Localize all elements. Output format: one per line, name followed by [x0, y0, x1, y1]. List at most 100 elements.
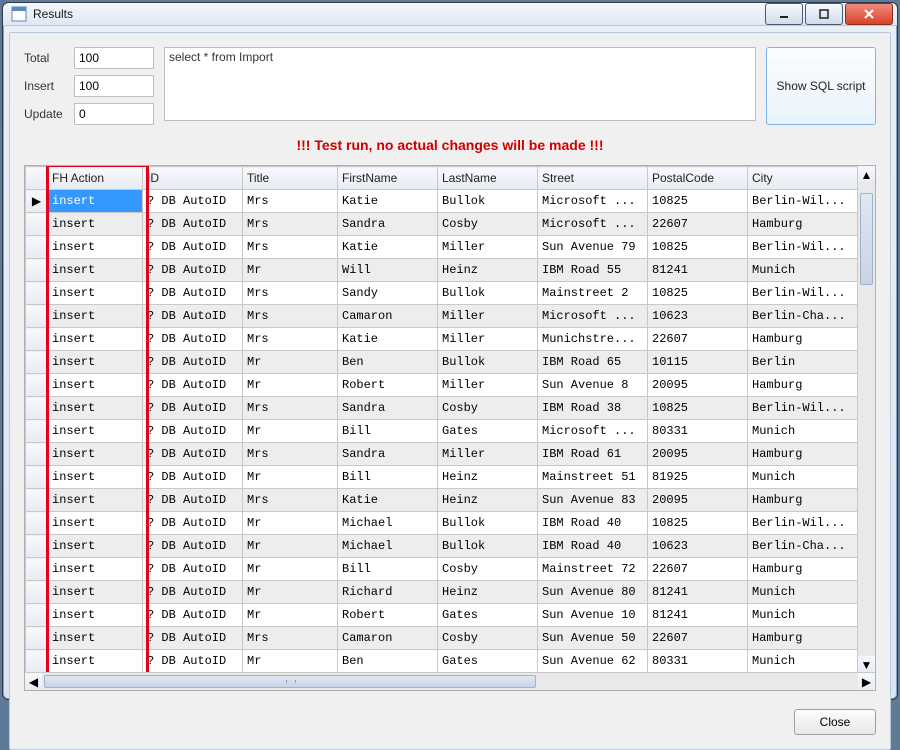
cell-city[interactable]: Berlin-Wil... — [748, 282, 858, 305]
cell-action[interactable]: insert — [48, 374, 143, 397]
table-row[interactable]: insert? DB AutoIDMrsSandraCosbyIBM Road … — [26, 397, 858, 420]
cell-street[interactable]: Microsoft ... — [538, 420, 648, 443]
table-row[interactable]: ▶insert? DB AutoIDMrsKatieBullokMicrosof… — [26, 190, 858, 213]
cell-id[interactable]: ? DB AutoID — [143, 190, 243, 213]
scroll-left-icon[interactable]: ◀ — [25, 673, 42, 690]
cell-city[interactable]: Hamburg — [748, 443, 858, 466]
cell-action[interactable]: insert — [48, 236, 143, 259]
cell-lastname[interactable]: Heinz — [438, 466, 538, 489]
cell-city[interactable]: Berlin-Wil... — [748, 397, 858, 420]
sql-text[interactable]: select * from Import — [164, 47, 756, 121]
cell-title[interactable]: Mr — [243, 466, 338, 489]
cell-id[interactable]: ? DB AutoID — [143, 627, 243, 650]
table-row[interactable]: insert? DB AutoIDMrBillCosbyMainstreet 7… — [26, 558, 858, 581]
titlebar[interactable]: Results — [3, 3, 897, 26]
cell-city[interactable]: Munich — [748, 420, 858, 443]
cell-firstname[interactable]: Robert — [338, 604, 438, 627]
row-indicator[interactable] — [26, 466, 48, 489]
cell-action[interactable]: insert — [48, 535, 143, 558]
cell-firstname[interactable]: Ben — [338, 351, 438, 374]
cell-action[interactable]: insert — [48, 489, 143, 512]
cell-postalcode[interactable]: 10623 — [648, 305, 748, 328]
cell-title[interactable]: Mrs — [243, 443, 338, 466]
cell-id[interactable]: ? DB AutoID — [143, 535, 243, 558]
table-row[interactable]: insert? DB AutoIDMrMichaelBullokIBM Road… — [26, 535, 858, 558]
cell-lastname[interactable]: Gates — [438, 650, 538, 673]
cell-street[interactable]: Sun Avenue 62 — [538, 650, 648, 673]
col-street[interactable]: Street — [538, 167, 648, 190]
cell-title[interactable]: Mr — [243, 650, 338, 673]
row-indicator[interactable] — [26, 512, 48, 535]
cell-id[interactable]: ? DB AutoID — [143, 213, 243, 236]
cell-id[interactable]: ? DB AutoID — [143, 466, 243, 489]
cell-postalcode[interactable]: 22607 — [648, 627, 748, 650]
cell-id[interactable]: ? DB AutoID — [143, 420, 243, 443]
cell-action[interactable]: insert — [48, 627, 143, 650]
cell-title[interactable]: Mr — [243, 259, 338, 282]
cell-postalcode[interactable]: 10825 — [648, 512, 748, 535]
col-title[interactable]: Title — [243, 167, 338, 190]
cell-lastname[interactable]: Bullok — [438, 512, 538, 535]
cell-title[interactable]: Mrs — [243, 305, 338, 328]
cell-city[interactable]: Munich — [748, 650, 858, 673]
row-indicator[interactable] — [26, 397, 48, 420]
cell-id[interactable]: ? DB AutoID — [143, 305, 243, 328]
cell-lastname[interactable]: Miller — [438, 236, 538, 259]
cell-action[interactable]: insert — [48, 190, 143, 213]
cell-title[interactable]: Mr — [243, 581, 338, 604]
cell-title[interactable]: Mr — [243, 420, 338, 443]
vertical-scrollbar[interactable]: ▲ ▼ — [857, 166, 875, 673]
cell-lastname[interactable]: Miller — [438, 443, 538, 466]
results-grid[interactable]: FH Action ID Title FirstName LastName St… — [24, 165, 876, 691]
cell-firstname[interactable]: Michael — [338, 535, 438, 558]
row-indicator[interactable] — [26, 282, 48, 305]
show-sql-button[interactable]: Show SQL script — [766, 47, 876, 125]
cell-street[interactable]: IBM Road 40 — [538, 512, 648, 535]
cell-firstname[interactable]: Will — [338, 259, 438, 282]
cell-postalcode[interactable]: 20095 — [648, 443, 748, 466]
table-row[interactable]: insert? DB AutoIDMrBenGatesSun Avenue 62… — [26, 650, 858, 673]
cell-lastname[interactable]: Heinz — [438, 581, 538, 604]
cell-title[interactable]: Mrs — [243, 397, 338, 420]
row-indicator[interactable] — [26, 351, 48, 374]
cell-postalcode[interactable]: 10825 — [648, 190, 748, 213]
cell-title[interactable]: Mr — [243, 351, 338, 374]
cell-firstname[interactable]: Camaron — [338, 627, 438, 650]
cell-id[interactable]: ? DB AutoID — [143, 236, 243, 259]
row-indicator[interactable] — [26, 558, 48, 581]
cell-street[interactable]: Sun Avenue 79 — [538, 236, 648, 259]
cell-postalcode[interactable]: 81241 — [648, 259, 748, 282]
table-row[interactable]: insert? DB AutoIDMrMichaelBullokIBM Road… — [26, 512, 858, 535]
cell-street[interactable]: IBM Road 61 — [538, 443, 648, 466]
table-row[interactable]: insert? DB AutoIDMrsCamaronMillerMicroso… — [26, 305, 858, 328]
cell-id[interactable]: ? DB AutoID — [143, 512, 243, 535]
cell-city[interactable]: Berlin-Wil... — [748, 190, 858, 213]
table-row[interactable]: insert? DB AutoIDMrWillHeinzIBM Road 558… — [26, 259, 858, 282]
cell-id[interactable]: ? DB AutoID — [143, 259, 243, 282]
cell-lastname[interactable]: Heinz — [438, 259, 538, 282]
cell-city[interactable]: Hamburg — [748, 213, 858, 236]
cell-postalcode[interactable]: 81241 — [648, 581, 748, 604]
cell-firstname[interactable]: Katie — [338, 190, 438, 213]
table-row[interactable]: insert? DB AutoIDMrBenBullokIBM Road 651… — [26, 351, 858, 374]
cell-postalcode[interactable]: 81241 — [648, 604, 748, 627]
cell-street[interactable]: IBM Road 40 — [538, 535, 648, 558]
cell-postalcode[interactable]: 10825 — [648, 282, 748, 305]
table-row[interactable]: insert? DB AutoIDMrsKatieHeinzSun Avenue… — [26, 489, 858, 512]
cell-title[interactable]: Mr — [243, 558, 338, 581]
cell-lastname[interactable]: Cosby — [438, 558, 538, 581]
table-row[interactable]: insert? DB AutoIDMrsKatieMillerMunichstr… — [26, 328, 858, 351]
table-row[interactable]: insert? DB AutoIDMrRobertMillerSun Avenu… — [26, 374, 858, 397]
cell-city[interactable]: Berlin-Cha... — [748, 305, 858, 328]
cell-street[interactable]: Munichstre... — [538, 328, 648, 351]
cell-title[interactable]: Mr — [243, 512, 338, 535]
cell-firstname[interactable]: Sandra — [338, 443, 438, 466]
cell-action[interactable]: insert — [48, 466, 143, 489]
horizontal-scrollbar[interactable]: ◀ ▶ — [25, 672, 875, 690]
cell-street[interactable]: Microsoft ... — [538, 190, 648, 213]
cell-lastname[interactable]: Bullok — [438, 190, 538, 213]
cell-lastname[interactable]: Miller — [438, 374, 538, 397]
cell-street[interactable]: Sun Avenue 10 — [538, 604, 648, 627]
cell-title[interactable]: Mrs — [243, 190, 338, 213]
cell-street[interactable]: Sun Avenue 8 — [538, 374, 648, 397]
